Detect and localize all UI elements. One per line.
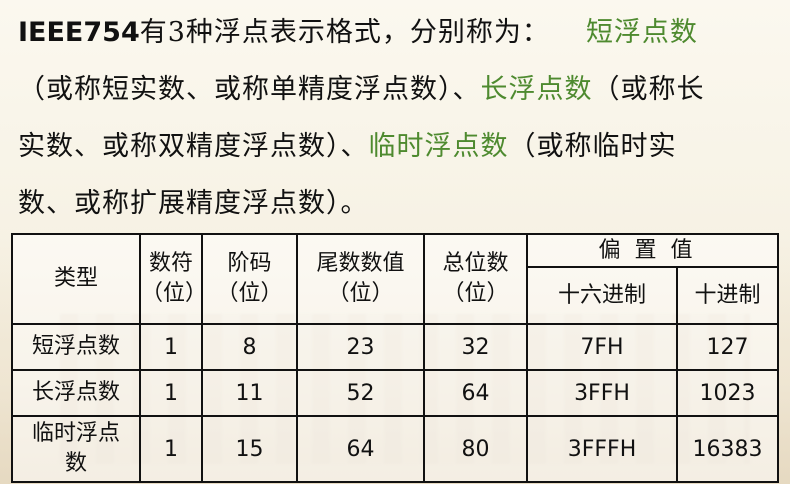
row-sign: 1: [139, 415, 203, 483]
row-name: 短浮点数: [11, 323, 141, 371]
table-row: 临时浮点数 1 15 64 80 3FFFH 16383: [11, 415, 780, 483]
row-name: 临时浮点数: [11, 415, 141, 483]
row-exponent: 11: [201, 369, 298, 417]
line-3: 实数、或称双精度浮点数）、临时浮点数（或称临时实: [18, 118, 778, 175]
row-dec: 1023: [675, 369, 780, 417]
row-mantissa: 23: [296, 323, 425, 371]
line-2-text: （或称短实数、或称单精度浮点数）、: [18, 74, 481, 105]
row-sign: 1: [139, 369, 203, 417]
row-hex: 3FFH: [526, 369, 678, 417]
row-total: 32: [423, 323, 528, 371]
line-3-tail: （或称临时实: [508, 131, 677, 162]
row-mantissa: 52: [296, 369, 425, 417]
header-exponent: 阶码 （位）: [201, 233, 298, 325]
header-mantissa: 尾数数值 （位）: [296, 233, 425, 325]
row-dec: 16383: [675, 415, 780, 483]
row-hex: 3FFFH: [526, 415, 678, 483]
line-1: IEEE754有3种浮点表示格式，分别称为： 短浮点数: [18, 4, 778, 61]
float-format-table: 类型 数符 （位） 阶码 （位） 尾数数值 （位） 总位数 （位） 偏置值 十六进制 十…: [11, 233, 780, 483]
row-sign: 1: [139, 323, 203, 371]
row-name: 长浮点数: [11, 369, 141, 417]
header-type: 类型: [11, 233, 141, 325]
line-3-text: 实数、或称双精度浮点数）、: [18, 131, 369, 162]
row-exponent: 8: [201, 323, 298, 371]
row-total: 64: [423, 369, 528, 417]
term-long-float: 长浮点数: [480, 74, 593, 105]
table-row: 长浮点数 1 11 52 64 3FFH 1023: [11, 369, 780, 417]
header-bias: 偏置值: [525, 233, 780, 268]
header-sign: 数符 （位）: [139, 233, 207, 325]
line-2-tail: （或称长: [592, 74, 705, 105]
table-row: 短浮点数 1 8 23 32 7FH 127: [11, 323, 780, 371]
row-mantissa: 64: [296, 415, 425, 483]
line-1-text: 有3种浮点表示格式，分别称为：: [139, 17, 550, 48]
line-4: 数、或称扩展精度浮点数）。: [18, 175, 778, 232]
row-exponent: 15: [201, 415, 298, 483]
term-temp-float: 临时浮点数: [368, 131, 509, 162]
header-hex: 十六进制: [526, 266, 678, 325]
row-total: 80: [423, 415, 528, 483]
term-short-float: 短浮点数: [585, 17, 698, 48]
row-dec: 127: [675, 323, 780, 371]
header-total-bits: 总位数 （位）: [423, 233, 528, 325]
intro-paragraph: IEEE754有3种浮点表示格式，分别称为： 短浮点数 （或称短实数、或称单精度浮…: [18, 4, 778, 232]
ieee-label: IEEE754: [18, 17, 140, 48]
line-4-text: 数、或称扩展精度浮点数）。: [18, 188, 369, 219]
row-hex: 7FH: [526, 323, 678, 371]
line-2: （或称短实数、或称单精度浮点数）、长浮点数（或称长: [18, 61, 778, 118]
header-dec: 十进制: [675, 266, 780, 325]
